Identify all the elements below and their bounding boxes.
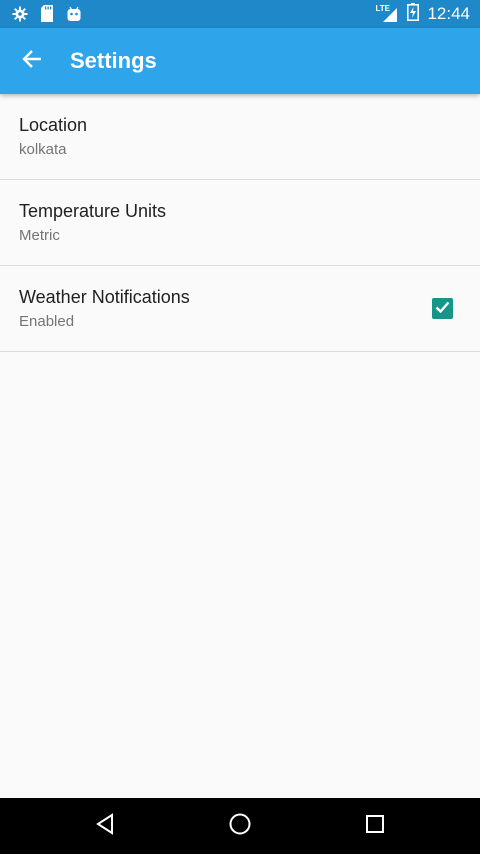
sd-card-icon [40, 5, 54, 22]
settings-list: Location kolkata Temperature Units Metri… [0, 94, 480, 352]
pref-title: Temperature Units [19, 201, 167, 221]
recents-square-icon [364, 813, 386, 840]
nav-home-button[interactable] [224, 810, 256, 842]
status-notification-icons [12, 5, 82, 22]
notifications-checkbox[interactable] [432, 298, 453, 319]
pref-weather-notifications[interactable]: Weather Notifications Enabled [0, 266, 480, 352]
nav-back-button[interactable] [89, 810, 121, 842]
gear-icon [12, 6, 28, 22]
pref-location[interactable]: Location kolkata [0, 94, 480, 180]
check-icon [435, 300, 450, 318]
pref-temperature-units[interactable]: Temperature Units Metric [0, 180, 480, 266]
android-icon [66, 6, 82, 22]
back-button[interactable] [12, 41, 52, 81]
nav-recents-button[interactable] [359, 810, 391, 842]
pref-title: Weather Notifications [19, 287, 190, 307]
home-circle-icon [228, 812, 252, 841]
page-title: Settings [70, 48, 157, 73]
signal-lte-icon: LTE [375, 4, 399, 23]
status-time: 12:44 [427, 4, 470, 23]
pref-summary: kolkata [19, 141, 67, 158]
back-triangle-icon [94, 812, 116, 840]
app-bar: Settings [0, 28, 480, 94]
pref-summary: Enabled [19, 313, 75, 330]
arrow-back-icon [21, 48, 43, 75]
navigation-bar [0, 798, 480, 854]
status-bar: LTE 12:44 [0, 0, 480, 28]
battery-icon [407, 2, 420, 26]
pref-title: Location [19, 115, 88, 135]
status-system-icons: LTE 12:44 [375, 0, 470, 28]
pref-summary: Metric [19, 227, 60, 244]
